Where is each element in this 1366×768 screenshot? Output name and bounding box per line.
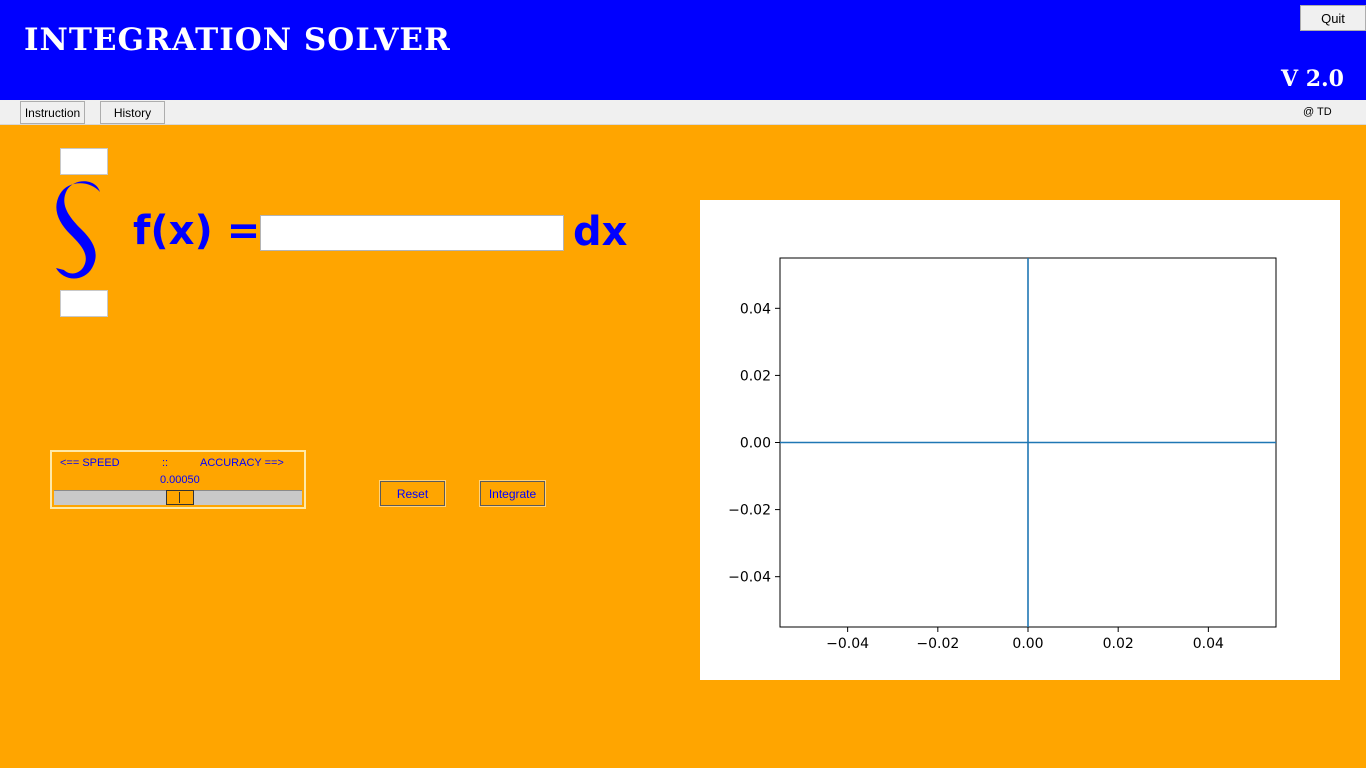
fx-label: f(x) =	[133, 208, 261, 254]
y-tick-label: 0.04	[740, 301, 771, 317]
plot-panel: −0.04 −0.02 0.00 0.02 0.04 0.04 0.02 0.00 −0.02 −…	[700, 200, 1340, 680]
x-tick-label: 0.04	[1193, 636, 1224, 652]
y-tick-label: 0.02	[740, 368, 771, 384]
y-tick-label: −0.04	[728, 570, 771, 586]
x-tick-label: −0.02	[916, 636, 959, 652]
accuracy-label: ACCURACY ==>	[200, 457, 284, 469]
integrate-button[interactable]: Integrate	[479, 480, 546, 507]
upper-limit-input[interactable]	[60, 148, 108, 175]
x-tick-label: −0.04	[826, 636, 869, 652]
x-tick-label: 0.02	[1103, 636, 1134, 652]
app-title: INTEGRATION SOLVER	[24, 22, 451, 58]
integral-sign-icon	[56, 181, 100, 279]
slider-value: 0.00050	[160, 474, 200, 486]
speed-label: <== SPEED	[60, 457, 120, 469]
y-tick-label: −0.02	[728, 503, 771, 519]
credit-label: @ TD	[1303, 106, 1332, 118]
lower-limit-input[interactable]	[60, 290, 108, 317]
history-button[interactable]: History	[100, 101, 165, 124]
reset-button[interactable]: Reset	[379, 480, 446, 507]
accuracy-slider-panel: <== SPEED :: ACCURACY ==> 0.00050	[50, 450, 306, 509]
app-header: INTEGRATION SOLVER V 2.0	[0, 0, 1366, 100]
dx-label: dx	[573, 209, 628, 255]
slider-separator: ::	[162, 457, 169, 469]
quit-button[interactable]: Quit	[1300, 5, 1366, 31]
function-input[interactable]	[260, 215, 564, 251]
instruction-button[interactable]: Instruction	[20, 101, 85, 124]
slider-thumb[interactable]	[166, 490, 194, 505]
y-tick-label: 0.00	[740, 436, 771, 452]
version-label: V 2.0	[1280, 66, 1344, 92]
menu-bar: Instruction History	[0, 100, 1366, 125]
plot-chart: −0.04 −0.02 0.00 0.02 0.04 0.04 0.02 0.00 −0.02 −…	[728, 257, 1277, 652]
x-tick-label: 0.00	[1012, 636, 1043, 652]
slider-track[interactable]	[54, 490, 302, 505]
